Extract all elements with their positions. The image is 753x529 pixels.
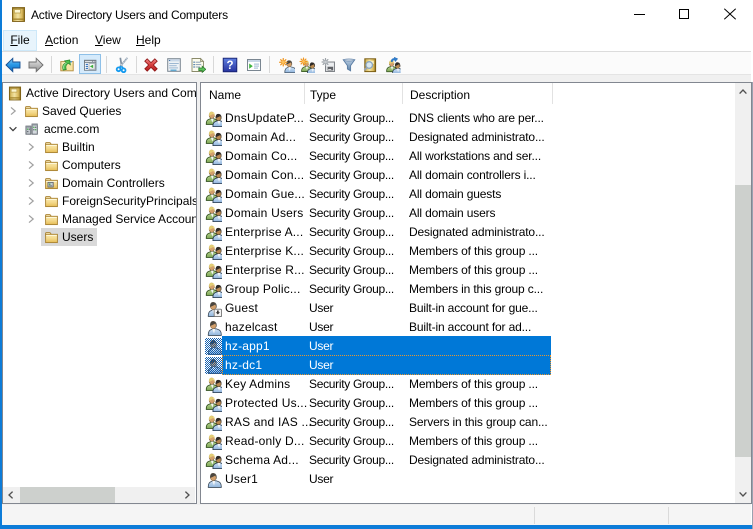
svg-text:?: ? [226, 60, 233, 72]
